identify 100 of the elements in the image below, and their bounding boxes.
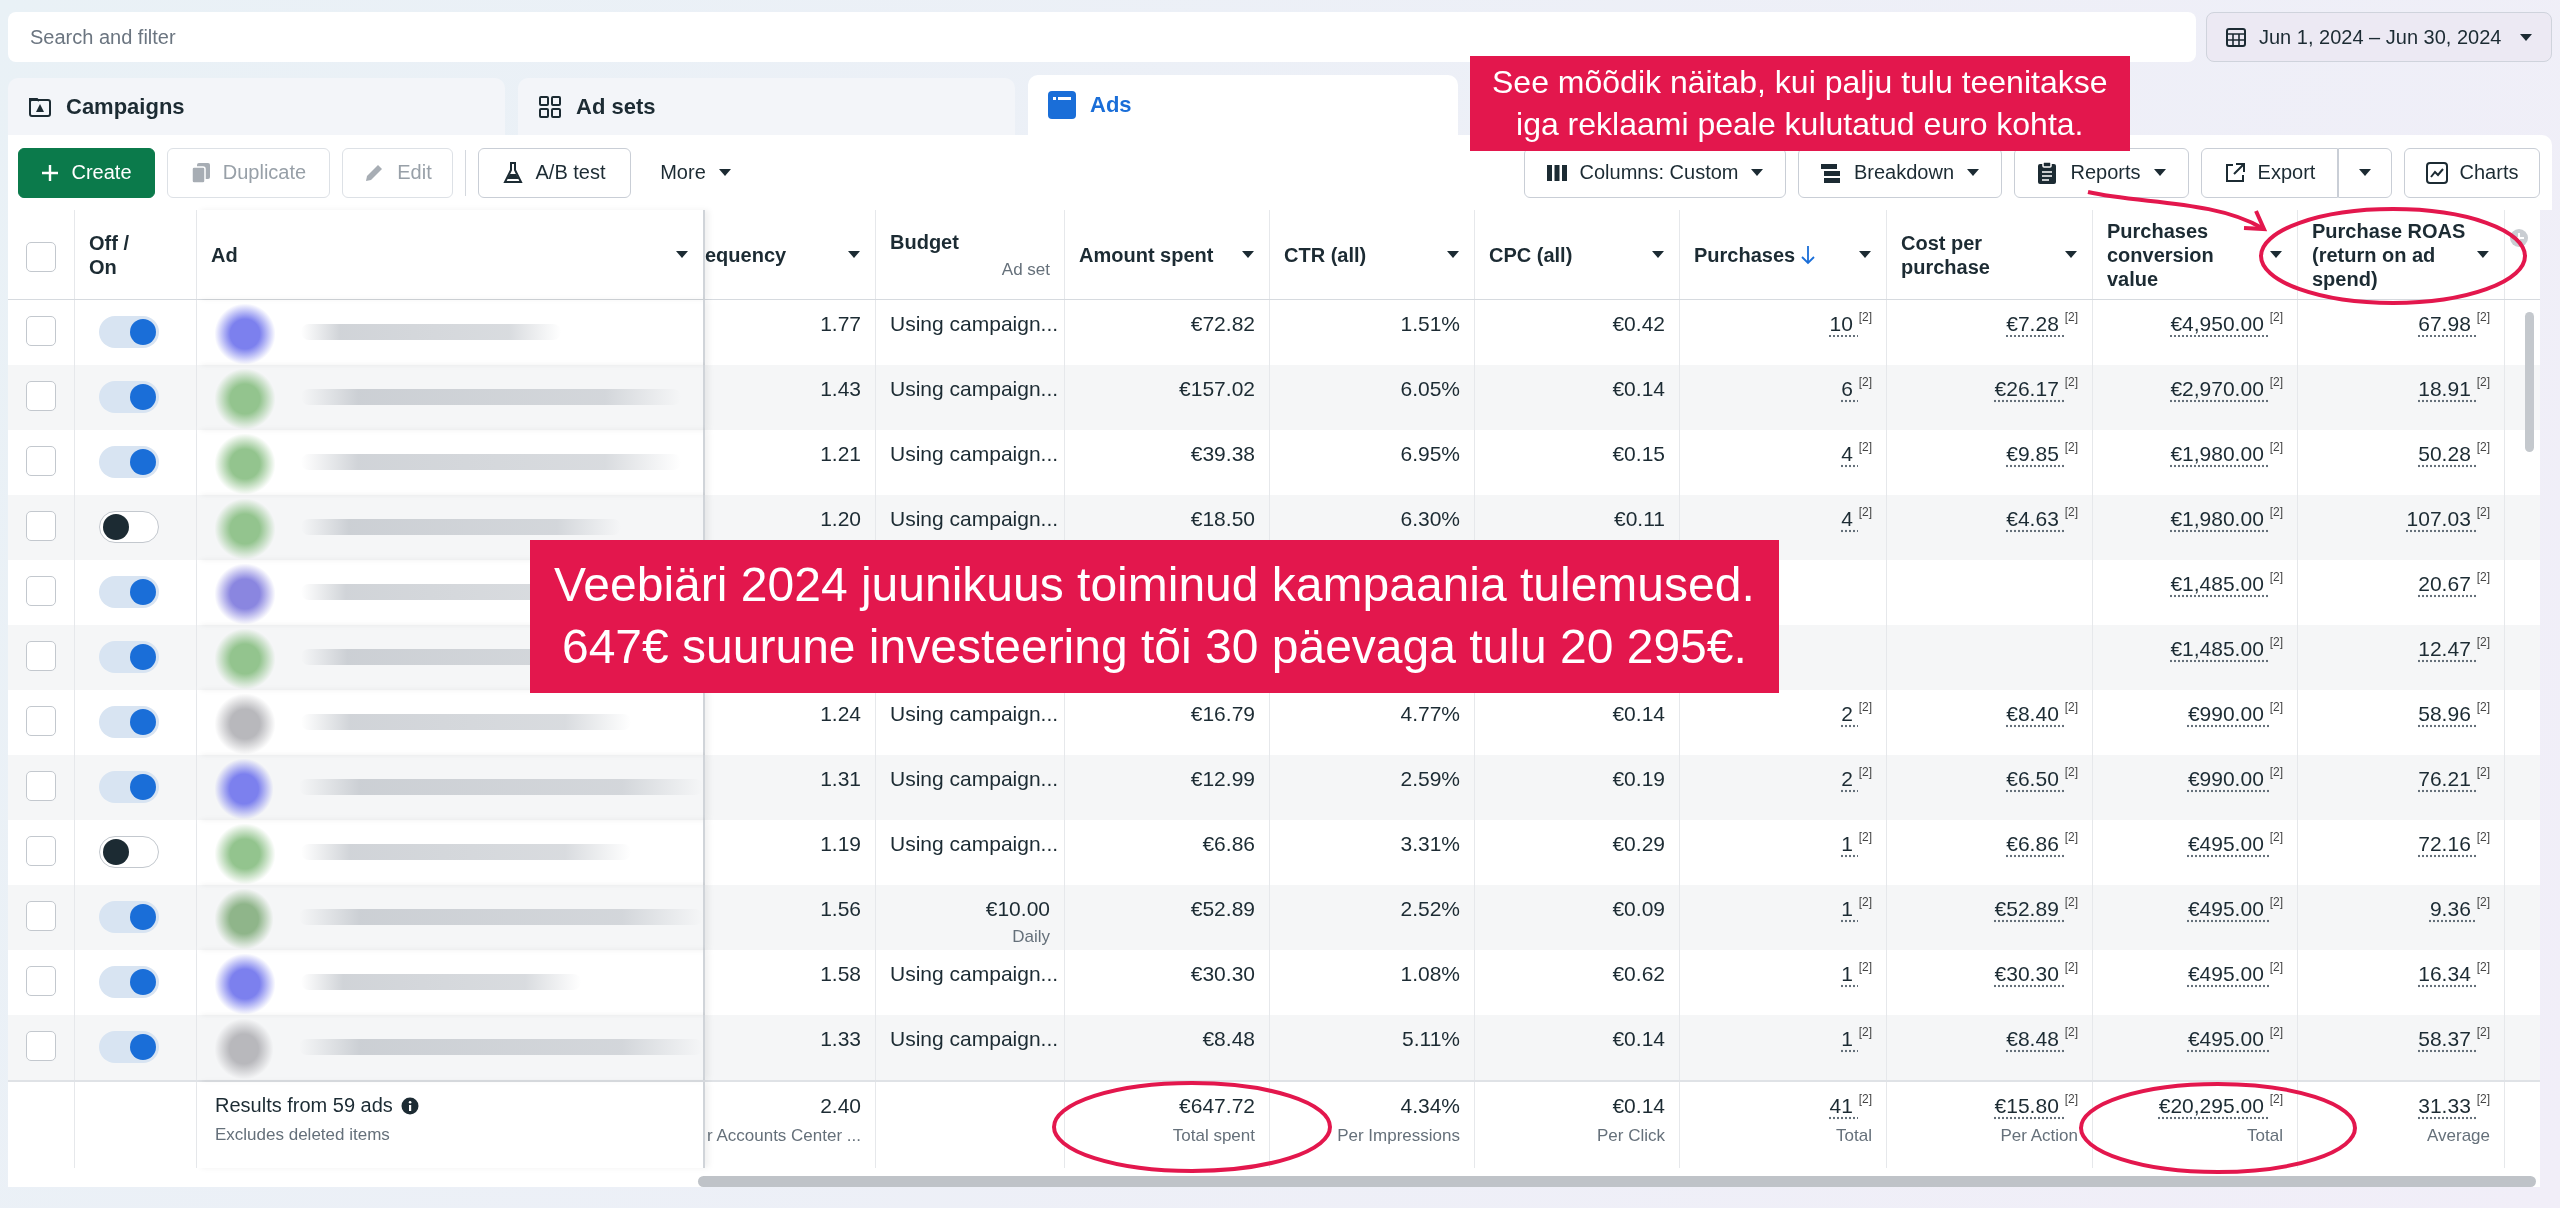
- table-cell[interactable]: €26.17 $^{[2]}$: [1994, 377, 2078, 401]
- row-checkbox[interactable]: [26, 446, 56, 476]
- scrollbar-thumb[interactable]: [698, 1176, 2536, 1187]
- table-cell[interactable]: €7.28 $^{[2]}$: [2006, 312, 2078, 336]
- select-all-checkbox[interactable]: [26, 241, 56, 272]
- column-header[interactable]: Purchases conversion value: [2093, 210, 2298, 299]
- table-cell[interactable]: 18.91 $^{[2]}$: [2418, 377, 2490, 401]
- charts-button[interactable]: Charts: [2404, 147, 2540, 198]
- table-cell[interactable]: €1,980.00 $^{[2]}$: [2170, 442, 2283, 466]
- table-cell: €0.11: [1614, 507, 1665, 531]
- row-checkbox[interactable]: [26, 706, 56, 736]
- toggle-switch[interactable]: [99, 1031, 159, 1063]
- table-cell[interactable]: 107.03 $^{[2]}$: [2406, 507, 2490, 531]
- column-header[interactable]: CPC (all): [1475, 210, 1680, 299]
- row-checkbox[interactable]: [26, 771, 56, 801]
- table-cell[interactable]: €6.86 $^{[2]}$: [2006, 832, 2078, 856]
- table-cell[interactable]: 12.47 $^{[2]}$: [2418, 637, 2490, 661]
- column-header[interactable]: Purchases: [1680, 210, 1887, 299]
- table-cell[interactable]: 76.21 $^{[2]}$: [2418, 767, 2490, 791]
- toggle-switch[interactable]: [99, 446, 159, 478]
- total-value[interactable]: 41 $^{[2]}$: [1829, 1094, 1872, 1118]
- row-checkbox[interactable]: [26, 641, 56, 671]
- table-cell[interactable]: €9.85 $^{[2]}$: [2006, 442, 2078, 466]
- table-cell[interactable]: 1 $^{[2]}$: [1841, 962, 1872, 986]
- column-header[interactable]: equency: [705, 210, 876, 299]
- table-cell[interactable]: €1,485.00 $^{[2]}$: [2170, 572, 2283, 596]
- ab-test-button[interactable]: A/B test: [478, 147, 631, 198]
- row-checkbox[interactable]: [26, 901, 56, 931]
- table-cell[interactable]: 4 $^{[2]}$: [1841, 442, 1872, 466]
- export-button[interactable]: Export: [2201, 147, 2338, 198]
- table-cell[interactable]: 6 $^{[2]}$: [1841, 377, 1872, 401]
- table-cell[interactable]: €2,970.00 $^{[2]}$: [2170, 377, 2283, 401]
- column-header[interactable]: Purchase ROAS (return on ad spend): [2298, 210, 2505, 299]
- toggle-switch[interactable]: [99, 381, 159, 413]
- column-header[interactable]: Off / On: [75, 210, 197, 299]
- dropdown-button[interactable]: [2338, 147, 2392, 198]
- column-header[interactable]: Budget Ad set: [876, 210, 1065, 299]
- table-cell[interactable]: 67.98 $^{[2]}$: [2418, 312, 2490, 336]
- table-cell[interactable]: 2 $^{[2]}$: [1841, 702, 1872, 726]
- toggle-switch[interactable]: [99, 511, 159, 543]
- table-cell[interactable]: 72.16 $^{[2]}$: [2418, 832, 2490, 856]
- total-value[interactable]: €20,295.00 $^{[2]}$: [2158, 1094, 2283, 1118]
- table-cell[interactable]: €30.30 $^{[2]}$: [1994, 962, 2078, 986]
- column-header[interactable]: Ad: [197, 210, 705, 299]
- table-cell[interactable]: 20.67 $^{[2]}$: [2418, 572, 2490, 596]
- search-field[interactable]: Search and filter: [8, 12, 2196, 62]
- table-cell[interactable]: 4 $^{[2]}$: [1841, 507, 1872, 531]
- toggle-switch[interactable]: [99, 316, 159, 348]
- scrollbar-thumb[interactable]: [2525, 312, 2534, 452]
- table-cell[interactable]: 58.37 $^{[2]}$: [2418, 1027, 2490, 1051]
- toggle-switch[interactable]: [99, 771, 159, 803]
- row-checkbox[interactable]: [26, 511, 56, 541]
- table-cell[interactable]: 50.28 $^{[2]}$: [2418, 442, 2490, 466]
- tab[interactable]: Campaigns: [8, 78, 505, 135]
- date-range-button[interactable]: Jun 1, 2024 – Jun 30, 2024: [2206, 12, 2552, 62]
- table-cell[interactable]: 1 $^{[2]}$: [1841, 832, 1872, 856]
- table-cell[interactable]: €495.00 $^{[2]}$: [2187, 962, 2283, 986]
- tab[interactable]: Ad sets: [518, 78, 1015, 135]
- toggle-switch[interactable]: [99, 836, 159, 868]
- row-checkbox[interactable]: [26, 316, 56, 346]
- row-checkbox[interactable]: [26, 576, 56, 606]
- column-header[interactable]: Amount spent: [1065, 210, 1270, 299]
- table-cell[interactable]: €495.00 $^{[2]}$: [2187, 897, 2283, 921]
- table-cell[interactable]: €990.00 $^{[2]}$: [2187, 767, 2283, 791]
- table-cell[interactable]: 1 $^{[2]}$: [1841, 1027, 1872, 1051]
- toggle-switch[interactable]: [99, 901, 159, 933]
- table-cell[interactable]: 16.34 $^{[2]}$: [2418, 962, 2490, 986]
- results-note: Excludes deleted items: [215, 1125, 391, 1145]
- create-button[interactable]: Create: [18, 147, 155, 198]
- table-cell[interactable]: 10 $^{[2]}$: [1829, 312, 1872, 336]
- table-cell[interactable]: 9.36 $^{[2]}$: [2429, 897, 2490, 921]
- table-cell[interactable]: €52.89 $^{[2]}$: [1994, 897, 2078, 921]
- table-cell[interactable]: €4,950.00 $^{[2]}$: [2170, 312, 2283, 336]
- row-checkbox[interactable]: [26, 381, 56, 411]
- table-cell[interactable]: €8.48 $^{[2]}$: [2006, 1027, 2078, 1051]
- tab[interactable]: Ads: [1028, 75, 1458, 135]
- table-cell[interactable]: €4.63 $^{[2]}$: [2006, 507, 2078, 531]
- total-value[interactable]: 31.33 $^{[2]}$: [2418, 1094, 2490, 1118]
- table-cell[interactable]: €6.50 $^{[2]}$: [2006, 767, 2078, 791]
- table-cell[interactable]: €8.40 $^{[2]}$: [2006, 702, 2078, 726]
- table-cell[interactable]: 1 $^{[2]}$: [1841, 897, 1872, 921]
- table-cell[interactable]: €990.00 $^{[2]}$: [2187, 702, 2283, 726]
- table-cell[interactable]: 2 $^{[2]}$: [1841, 767, 1872, 791]
- table-cell[interactable]: €1,980.00 $^{[2]}$: [2170, 507, 2283, 531]
- table-cell[interactable]: €1,485.00 $^{[2]}$: [2170, 637, 2283, 661]
- toggle-switch[interactable]: [99, 641, 159, 673]
- reports-button[interactable]: Reports: [2014, 147, 2189, 198]
- row-checkbox[interactable]: [26, 966, 56, 996]
- toggle-switch[interactable]: [99, 966, 159, 998]
- toggle-switch[interactable]: [99, 706, 159, 738]
- caret-icon: [2152, 168, 2167, 177]
- column-header[interactable]: CTR (all): [1270, 210, 1475, 299]
- table-cell[interactable]: €495.00 $^{[2]}$: [2187, 832, 2283, 856]
- row-checkbox[interactable]: [26, 1031, 56, 1061]
- table-cell[interactable]: €495.00 $^{[2]}$: [2187, 1027, 2283, 1051]
- toggle-switch[interactable]: [99, 576, 159, 608]
- column-header[interactable]: Cost per purchase: [1887, 210, 2093, 299]
- total-value[interactable]: €15.80 $^{[2]}$: [1994, 1094, 2078, 1118]
- row-checkbox[interactable]: [26, 836, 56, 866]
- table-cell[interactable]: 58.96 $^{[2]}$: [2418, 702, 2490, 726]
